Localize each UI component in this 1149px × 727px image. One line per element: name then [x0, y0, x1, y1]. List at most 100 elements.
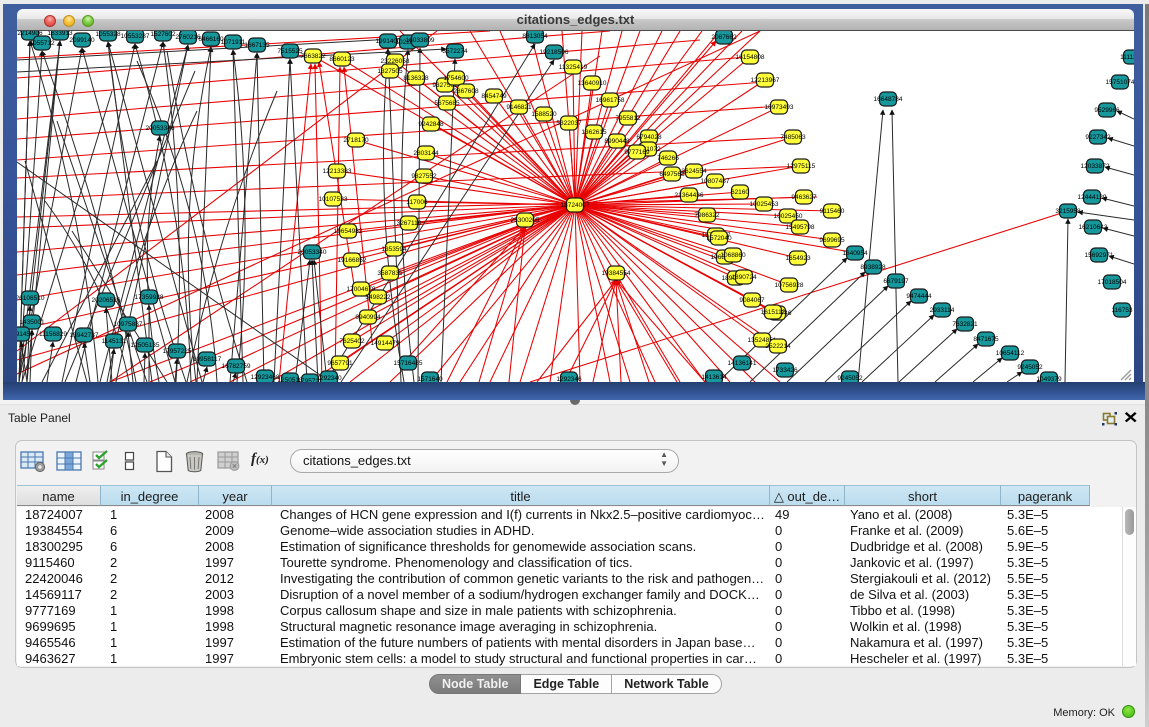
svg-text:16210643: 16210643 [1079, 224, 1108, 231]
svg-text:8990448: 8990448 [604, 138, 630, 145]
svg-text:16033809: 16033809 [406, 37, 435, 44]
svg-text:9777169: 9777169 [624, 149, 650, 156]
svg-text:1413614: 1413614 [701, 374, 727, 381]
svg-text:10553287: 10553287 [121, 33, 150, 40]
svg-text:10958117: 10958117 [193, 356, 222, 363]
svg-text:14914479: 14914479 [371, 340, 400, 347]
svg-text:10973493: 10973493 [765, 104, 794, 111]
svg-text:19384554: 19384554 [602, 270, 631, 277]
svg-text:7515525: 7515525 [277, 48, 303, 55]
svg-text:1071911: 1071911 [221, 39, 246, 46]
svg-text:9474444: 9474444 [906, 293, 932, 300]
svg-text:26106510: 26106510 [17, 295, 45, 302]
svg-text:1327505: 1327505 [377, 68, 403, 75]
svg-text:17018504: 17018504 [1098, 279, 1127, 286]
svg-text:1572040: 1572040 [706, 235, 732, 242]
svg-text:10654112: 10654112 [996, 350, 1025, 357]
svg-text:1588520: 1588520 [531, 111, 557, 118]
svg-text:117006: 117006 [406, 199, 428, 206]
svg-text:10807487: 10807487 [701, 178, 730, 185]
svg-text:116753: 116753 [1111, 307, 1133, 314]
svg-text:20053340: 20053340 [298, 249, 327, 256]
svg-text:2760216: 2760216 [175, 34, 201, 41]
svg-text:12444129: 12444129 [1078, 194, 1107, 201]
svg-text:12213967: 12213967 [751, 77, 780, 84]
svg-text:15495798: 15495798 [786, 224, 815, 231]
svg-text:4055712: 4055712 [29, 40, 55, 47]
svg-text:18724007: 18724007 [561, 202, 590, 209]
svg-text:2933114: 2933114 [930, 307, 955, 314]
svg-text:8136328: 8136328 [403, 75, 429, 82]
svg-text:2867608: 2867608 [453, 88, 479, 95]
svg-text:12975115: 12975115 [787, 163, 816, 170]
svg-text:1068860: 1068860 [720, 252, 746, 259]
svg-text:20053346: 20053346 [146, 125, 175, 132]
svg-text:16648784: 16648784 [874, 96, 903, 103]
svg-text:9657791: 9657791 [327, 360, 353, 367]
svg-text:2522214: 2522214 [765, 343, 791, 350]
svg-text:7632821: 7632821 [952, 321, 978, 328]
svg-text:3587835: 3587835 [377, 270, 403, 277]
svg-text:7663822: 7663822 [300, 53, 326, 60]
svg-text:746266: 746266 [657, 155, 679, 162]
svg-text:7986322: 7986322 [694, 212, 720, 219]
svg-text:3572274: 3572274 [442, 48, 468, 55]
svg-text:1640954: 1640954 [842, 250, 868, 257]
svg-text:16154808: 16154808 [736, 54, 765, 61]
svg-text:1145131: 1145131 [102, 338, 127, 345]
svg-text:16961758: 16961758 [596, 97, 625, 104]
svg-text:3267110: 3267110 [397, 220, 422, 227]
svg-text:9084067: 9084067 [739, 297, 765, 304]
svg-text:9827552: 9827552 [411, 173, 437, 180]
svg-text:17359928: 17359928 [135, 294, 164, 301]
svg-text:15692971: 15692971 [1085, 252, 1114, 259]
svg-text:8454749: 8454749 [481, 93, 507, 100]
svg-text:15751074: 15751074 [1106, 79, 1134, 86]
svg-text:2803144: 2803144 [413, 150, 439, 157]
svg-text:14136141: 14136141 [728, 360, 757, 367]
svg-text:9529966: 9529966 [1094, 107, 1120, 114]
svg-text:5675685: 5675685 [434, 100, 460, 107]
svg-text:12033872: 12033872 [1081, 163, 1110, 170]
svg-text:62160: 62160 [731, 189, 749, 196]
svg-text:17957225: 17957225 [163, 348, 192, 355]
svg-text:9242848: 9242848 [418, 121, 444, 128]
svg-text:13640910: 13640910 [578, 80, 607, 87]
svg-text:10025453: 10025453 [750, 201, 779, 208]
svg-text:1292340: 1292340 [316, 375, 342, 382]
svg-text:9940994: 9940994 [355, 314, 381, 321]
svg-text:1055328: 1055328 [95, 31, 121, 38]
svg-text:8471675: 8471675 [973, 336, 999, 343]
svg-text:5498222: 5498222 [365, 294, 391, 301]
svg-text:11156829: 11156829 [39, 331, 67, 338]
svg-text:9227342: 9227342 [1085, 134, 1111, 141]
svg-text:10975887: 10975887 [114, 321, 143, 328]
svg-text:10107533: 10107533 [319, 196, 348, 203]
svg-text:8660123: 8660123 [329, 56, 355, 63]
svg-text:1435001: 1435001 [19, 319, 45, 326]
svg-text:15716485: 15716485 [394, 360, 423, 367]
svg-text:21364436: 21364436 [675, 192, 704, 199]
svg-text:2718170: 2718170 [343, 137, 369, 144]
svg-text:1890724: 1890724 [731, 274, 757, 281]
svg-text:1527602: 1527602 [150, 31, 176, 38]
svg-text:9245052: 9245052 [837, 375, 863, 382]
svg-text:1362615: 1362615 [581, 129, 607, 136]
svg-text:2099140: 2099140 [69, 37, 95, 44]
svg-text:8938928: 8938928 [860, 264, 886, 271]
svg-text:12213383: 12213383 [323, 168, 352, 175]
svg-text:7955812: 7955812 [615, 115, 641, 122]
svg-text:9391455: 9391455 [17, 331, 34, 338]
svg-text:1654923: 1654923 [785, 255, 811, 262]
svg-text:1615112: 1615112 [761, 309, 786, 316]
svg-text:7625402: 7625402 [339, 338, 365, 345]
svg-text:12505135: 12505135 [131, 342, 160, 349]
svg-text:1754600: 1754600 [443, 75, 469, 82]
svg-text:6879197: 6879197 [883, 278, 909, 285]
svg-text:1667135: 1667135 [244, 42, 270, 49]
svg-text:9245052: 9245052 [1017, 364, 1043, 371]
svg-text:13942737: 13942737 [70, 332, 99, 339]
svg-text:16782759: 16782759 [222, 363, 251, 370]
svg-text:11325419: 11325419 [559, 64, 588, 71]
svg-text:1353594: 1353594 [381, 246, 407, 253]
